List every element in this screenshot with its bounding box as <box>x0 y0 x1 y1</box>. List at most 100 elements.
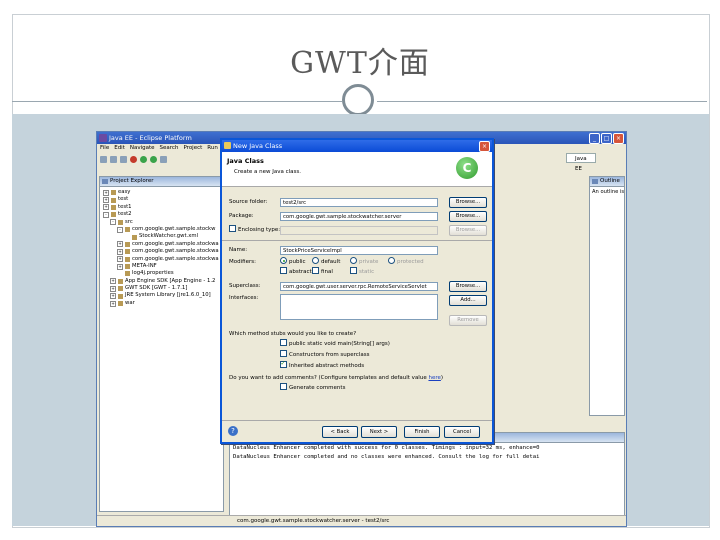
modifier-private-option[interactable]: private <box>350 257 378 267</box>
tree-toggle-icon[interactable]: + <box>110 285 116 292</box>
tree-item[interactable]: - src <box>103 219 223 226</box>
modifier-default-label: default <box>321 259 341 265</box>
maximize-button[interactable]: □ <box>601 133 612 144</box>
modifier-abstract-option[interactable]: abstract <box>280 267 312 277</box>
status-text: com.google.gwt.sample.stockwatcher.serve… <box>237 518 390 524</box>
folder-icon <box>111 197 116 203</box>
tree-item-label: war <box>125 299 135 306</box>
dialog-close-button[interactable]: × <box>479 141 490 152</box>
modifier-abstract-checkbox[interactable] <box>280 267 287 274</box>
tree-item[interactable]: + war <box>103 300 223 307</box>
modifier-protected-radio[interactable] <box>388 257 395 264</box>
enclosing-type-field[interactable] <box>280 226 438 235</box>
minimize-button[interactable]: _ <box>589 133 600 144</box>
tree-item[interactable]: - com.google.gwt.sample.stockw <box>103 226 223 233</box>
class-name-field[interactable]: StockPriceServiceImpl <box>280 246 438 255</box>
next-button[interactable]: Next > <box>361 426 397 438</box>
enclosing-type-checkbox[interactable] <box>229 225 236 232</box>
tree-toggle-icon[interactable]: + <box>103 197 109 204</box>
tree-item[interactable]: + easy <box>103 189 223 196</box>
tree-item[interactable]: + com.google.gwt.sample.stockwa <box>103 256 223 263</box>
superclass-field[interactable]: com.google.gwt.user.server.rpc.RemoteSer… <box>280 282 438 291</box>
package-browse-button[interactable]: Browse... <box>449 211 487 222</box>
tree-toggle-icon[interactable]: + <box>117 256 123 263</box>
print-icon[interactable] <box>120 155 127 163</box>
run-icon[interactable] <box>150 155 157 163</box>
modifier-public-option[interactable]: public <box>280 257 306 267</box>
tree-toggle-icon[interactable]: + <box>103 189 109 196</box>
new-icon[interactable] <box>100 155 107 163</box>
superclass-browse-button[interactable]: Browse... <box>449 281 487 292</box>
modifier-static-checkbox[interactable] <box>350 267 357 274</box>
tree-item[interactable]: + App Engine SDK [App Engine - 1.2 <box>103 278 223 285</box>
finish-button[interactable]: Finish <box>404 426 440 438</box>
tree-toggle-icon[interactable]: - <box>117 226 123 233</box>
folder-icon <box>132 234 137 240</box>
package-field[interactable]: com.google.gwt.sample.stockwatcher.serve… <box>280 212 438 221</box>
eclipse-window-title: Java EE - Eclipse Platform <box>109 134 192 142</box>
tree-toggle-icon[interactable]: - <box>103 211 109 218</box>
tree-toggle-icon[interactable]: + <box>117 263 123 270</box>
stub-main-checkbox[interactable] <box>280 339 287 346</box>
modifier-final-option[interactable]: final <box>312 267 333 277</box>
tree-toggle-icon[interactable]: + <box>103 204 109 211</box>
tree-item[interactable]: + com.google.gwt.sample.stockwa <box>103 241 223 248</box>
tree-toggle-icon[interactable]: + <box>110 278 116 285</box>
tree-item[interactable]: + META-INF <box>103 263 223 270</box>
gwt-compile-icon[interactable] <box>130 155 137 163</box>
interfaces-remove-button[interactable]: Remove <box>449 315 487 326</box>
tree-toggle-icon[interactable]: + <box>110 300 116 307</box>
modifier-public-radio[interactable] <box>280 257 287 264</box>
search-icon[interactable] <box>160 155 167 163</box>
tree-item[interactable]: log4j.properties <box>103 270 223 277</box>
interfaces-add-button[interactable]: Add... <box>449 295 487 306</box>
source-folder-browse-button[interactable]: Browse... <box>449 197 487 208</box>
back-button[interactable]: < Back <box>322 426 358 438</box>
cancel-button[interactable]: Cancel <box>444 426 480 438</box>
modifier-default-option[interactable]: default <box>312 257 341 267</box>
menu-edit[interactable]: Edit <box>114 144 125 153</box>
package-label: Package: <box>229 213 254 219</box>
tree-item[interactable]: - test2 <box>103 211 223 218</box>
tab-project-explorer[interactable]: Project Explorer <box>100 177 223 187</box>
tree-item[interactable]: + GWT SDK [GWT - 1.7.1] <box>103 285 223 292</box>
debug-icon[interactable] <box>140 155 147 163</box>
tab-outline[interactable]: Outline <box>590 177 624 187</box>
dialog-app-icon <box>224 142 231 149</box>
generate-comments-option[interactable]: Generate comments <box>280 383 345 393</box>
save-icon[interactable] <box>110 155 117 163</box>
stub-inherited-option[interactable]: Inherited abstract methods <box>280 359 364 371</box>
close-button[interactable]: × <box>613 133 624 144</box>
modifier-static-option[interactable]: static <box>350 267 374 277</box>
stub-inherited-checkbox[interactable] <box>280 359 287 368</box>
tree-item[interactable]: + test <box>103 196 223 204</box>
modifier-protected-option[interactable]: protected <box>388 257 424 267</box>
stub-constructors-option[interactable]: Constructors from superclass <box>280 350 369 360</box>
generate-comments-checkbox[interactable] <box>280 383 287 390</box>
perspective-java-ee[interactable]: Java EE <box>566 153 596 172</box>
modifier-final-checkbox[interactable] <box>312 267 319 274</box>
enclosing-type-browse-button[interactable]: Browse... <box>449 225 487 236</box>
tree-toggle-icon[interactable]: + <box>117 248 123 255</box>
tree-toggle-icon[interactable]: + <box>110 293 116 300</box>
tree-item[interactable]: + com.google.gwt.sample.stockwa <box>103 248 223 255</box>
menu-project[interactable]: Project <box>183 144 202 153</box>
modifier-default-radio[interactable] <box>312 257 319 264</box>
source-folder-field[interactable]: test2/src <box>280 198 438 207</box>
modifier-private-radio[interactable] <box>350 257 357 264</box>
tree-toggle-icon[interactable]: - <box>110 219 116 226</box>
tree-item[interactable]: + JRE System Library [jre1.6.0_10] <box>103 292 223 300</box>
tree-item[interactable]: StockWatcher.gwt.xml <box>103 233 223 240</box>
help-icon[interactable]: ? <box>228 426 238 436</box>
stub-constructors-checkbox[interactable] <box>280 350 287 357</box>
menu-run[interactable]: Run <box>207 144 218 153</box>
interfaces-list[interactable] <box>280 294 438 320</box>
stub-main-option[interactable]: public static void main(String[] args) <box>280 339 390 349</box>
tree-toggle-icon[interactable]: + <box>117 241 123 248</box>
menu-file[interactable]: File <box>100 144 109 153</box>
source-folder-label: Source folder: <box>229 199 268 205</box>
comments-config-link[interactable]: here <box>428 375 440 381</box>
menu-navigate[interactable]: Navigate <box>130 144 155 153</box>
tree-item[interactable]: + test1 <box>103 204 223 211</box>
menu-search[interactable]: Search <box>160 144 179 153</box>
